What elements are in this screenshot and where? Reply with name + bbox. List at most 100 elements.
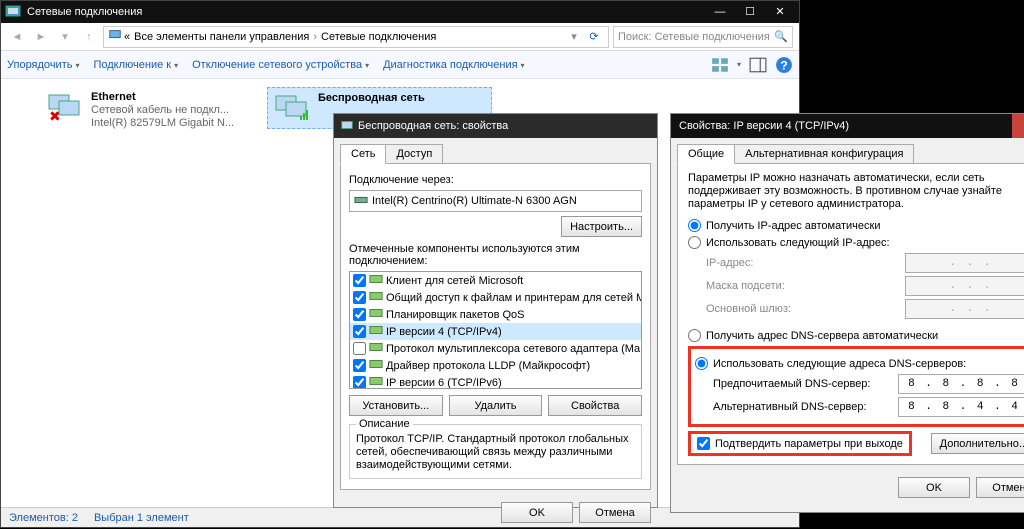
search-icon: 🔍 bbox=[774, 30, 788, 43]
dns-alternate-field[interactable]: 8 . 8 . 4 . 4 bbox=[898, 397, 1024, 417]
uninstall-button[interactable]: Удалить bbox=[449, 395, 543, 416]
component-icon bbox=[369, 324, 383, 339]
cancel-button[interactable]: Отмена bbox=[579, 502, 651, 523]
component-checkbox[interactable] bbox=[353, 274, 366, 287]
ok-button[interactable]: OK bbox=[501, 502, 573, 523]
install-button[interactable]: Установить... bbox=[349, 395, 443, 416]
component-icon bbox=[369, 290, 383, 305]
component-checkbox[interactable] bbox=[353, 308, 366, 321]
search-input[interactable]: Поиск: Сетевые подключения 🔍 bbox=[613, 26, 793, 48]
tab-strip: Общие Альтернативная конфигурация bbox=[671, 138, 1024, 164]
component-icon bbox=[369, 358, 383, 373]
address-bar[interactable]: « Все элементы панели управления › Сетев… bbox=[103, 26, 609, 48]
component-checkbox[interactable] bbox=[353, 359, 366, 372]
components-list[interactable]: Клиент для сетей Microsoft Общий доступ к… bbox=[349, 271, 642, 389]
dialog-titlebar[interactable]: Беспроводная сеть: свойства bbox=[334, 114, 657, 138]
component-checkbox[interactable] bbox=[353, 342, 366, 355]
component-icon bbox=[369, 375, 383, 389]
component-row[interactable]: IP версии 4 (TCP/IPv4) bbox=[350, 323, 641, 340]
preview-pane-icon[interactable] bbox=[749, 56, 767, 74]
connect-menu[interactable]: Подключение к bbox=[93, 59, 178, 71]
adapter-icon bbox=[354, 193, 368, 210]
configure-button[interactable]: Настроить... bbox=[561, 216, 642, 237]
component-row[interactable]: IP версии 6 (TCP/IPv6) bbox=[350, 374, 641, 389]
radio-ip-manual-label: Использовать следующий IP-адрес: bbox=[706, 237, 890, 249]
ethernet-icon: ✖ bbox=[45, 91, 85, 123]
recent-dropdown[interactable]: ▾ bbox=[55, 27, 75, 47]
tab-sharing[interactable]: Доступ bbox=[385, 144, 443, 164]
advanced-button[interactable]: Дополнительно... bbox=[931, 433, 1024, 454]
control-panel-icon bbox=[5, 4, 21, 20]
chevron-down-icon[interactable]: ▾ bbox=[737, 60, 741, 69]
tab-strip: Сеть Доступ bbox=[334, 138, 657, 164]
component-row[interactable]: Протокол мультиплексора сетевого адаптер… bbox=[350, 340, 641, 357]
wireless-properties-dialog: Беспроводная сеть: свойства Сеть Доступ … bbox=[333, 113, 658, 508]
connection-adapter: Intel(R) 82579LM Gigabit N... bbox=[91, 117, 234, 130]
description-group-title: Описание bbox=[356, 418, 413, 430]
component-checkbox[interactable] bbox=[353, 376, 366, 389]
status-count: Элементов: 2 bbox=[9, 512, 78, 524]
forward-button[interactable]: ► bbox=[31, 27, 51, 47]
back-button[interactable]: ◄ bbox=[7, 27, 27, 47]
radio-ip-auto[interactable] bbox=[688, 219, 701, 232]
component-row[interactable]: Планировщик пакетов QoS bbox=[350, 306, 641, 323]
radio-dns-manual[interactable] bbox=[695, 357, 708, 370]
tab-panel-network: Подключение через: Intel(R) Centrino(R) … bbox=[340, 163, 651, 490]
disable-device-menu[interactable]: Отключение сетевого устройства bbox=[192, 59, 369, 71]
components-label: Отмеченные компоненты используются этим … bbox=[349, 243, 642, 267]
dropdown-icon[interactable]: ▾ bbox=[564, 27, 584, 47]
radio-ip-manual[interactable] bbox=[688, 236, 701, 249]
view-icon[interactable] bbox=[711, 56, 729, 74]
radio-dns-auto[interactable] bbox=[688, 329, 701, 342]
component-row[interactable]: Клиент для сетей Microsoft bbox=[350, 272, 641, 289]
up-button[interactable]: ↑ bbox=[79, 27, 99, 47]
minimize-button[interactable]: — bbox=[705, 2, 735, 22]
adapter-name: Intel(R) Centrino(R) Ultimate-N 6300 AGN bbox=[372, 195, 577, 207]
breadcrumb-2[interactable]: Сетевые подключения bbox=[319, 31, 438, 43]
refresh-icon[interactable]: ⟳ bbox=[584, 27, 604, 47]
component-checkbox[interactable] bbox=[353, 325, 366, 338]
validate-highlight-box: Подтвердить параметры при выходе bbox=[688, 431, 912, 456]
maximize-button[interactable]: ☐ bbox=[735, 2, 765, 22]
tab-network[interactable]: Сеть bbox=[340, 144, 386, 164]
ipv4-properties-dialog: Свойства: IP версии 4 (TCP/IPv4) ✕ Общие… bbox=[670, 113, 1024, 513]
component-checkbox[interactable] bbox=[353, 291, 366, 304]
radio-ip-auto-label: Получить IP-адрес автоматически bbox=[706, 220, 880, 232]
component-row[interactable]: Драйвер протокола LLDP (Майкрософт) bbox=[350, 357, 641, 374]
component-icon bbox=[369, 307, 383, 322]
dns-alternate-label: Альтернативный DNS-сервер: bbox=[713, 401, 898, 413]
network-icon bbox=[108, 28, 122, 45]
properties-button[interactable]: Свойства bbox=[548, 395, 642, 416]
command-bar: Упорядочить Подключение к Отключение сет… bbox=[1, 51, 799, 79]
connection-name: Беспроводная сеть bbox=[318, 92, 425, 105]
dns-preferred-label: Предпочитаемый DNS-сервер: bbox=[713, 378, 898, 390]
component-label: Протокол мультиплексора сетевого адаптер… bbox=[386, 343, 640, 355]
cancel-button[interactable]: Отмена bbox=[976, 477, 1024, 498]
component-label: Драйвер протокола LLDP (Майкрософт) bbox=[386, 360, 590, 372]
gateway-label: Основной шлюз: bbox=[706, 303, 905, 315]
connection-ethernet[interactable]: ✖ Ethernet Сетевой кабель не подкл... In… bbox=[41, 87, 266, 134]
component-row[interactable]: Общий доступ к файлам и принтерам для се… bbox=[350, 289, 641, 306]
breadcrumb-1[interactable]: Все элементы панели управления bbox=[132, 31, 311, 43]
validate-checkbox[interactable] bbox=[697, 437, 710, 450]
svg-text:?: ? bbox=[780, 58, 788, 72]
tab-general[interactable]: Общие bbox=[677, 144, 735, 164]
component-label: Клиент для сетей Microsoft bbox=[386, 275, 523, 287]
component-label: IP версии 4 (TCP/IPv4) bbox=[386, 326, 502, 338]
intro-text: Параметры IP можно назначать автоматичес… bbox=[688, 172, 1024, 211]
help-icon[interactable]: ? bbox=[775, 56, 793, 74]
close-button[interactable]: ✕ bbox=[765, 2, 795, 22]
tab-panel-general: Параметры IP можно назначать автоматичес… bbox=[677, 163, 1024, 465]
titlebar[interactable]: Сетевые подключения — ☐ ✕ bbox=[1, 1, 799, 23]
gateway-field: . . . bbox=[905, 299, 1024, 319]
tab-alternate[interactable]: Альтернативная конфигурация bbox=[734, 144, 914, 164]
connect-via-label: Подключение через: bbox=[349, 174, 642, 186]
dns-preferred-field[interactable]: 8 . 8 . 8 . 8 bbox=[898, 374, 1024, 394]
breadcrumb-root[interactable]: « bbox=[122, 31, 132, 43]
nav-toolbar: ◄ ► ▾ ↑ « Все элементы панели управления… bbox=[1, 23, 799, 51]
organize-menu[interactable]: Упорядочить bbox=[7, 59, 79, 71]
close-button[interactable]: ✕ bbox=[1012, 114, 1024, 138]
ok-button[interactable]: OK bbox=[898, 477, 970, 498]
diagnose-menu[interactable]: Диагностика подключения bbox=[383, 59, 524, 71]
dialog-titlebar[interactable]: Свойства: IP версии 4 (TCP/IPv4) ✕ bbox=[671, 114, 1024, 138]
